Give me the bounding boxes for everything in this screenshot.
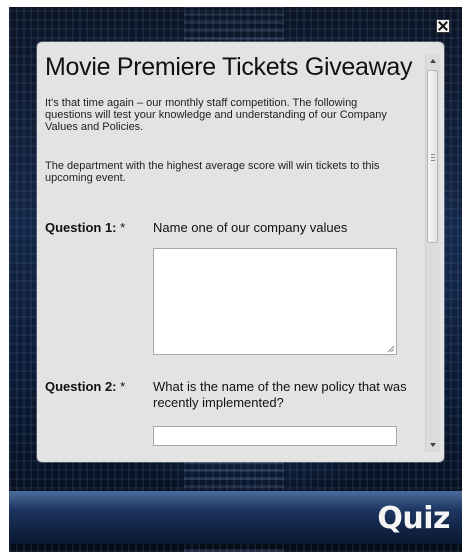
close-icon (438, 21, 448, 31)
question-2-label: Question 2: (45, 379, 117, 394)
question-2-text: What is the name of the new policy that … (153, 379, 407, 410)
question-1-label-group: Question 1: * (45, 220, 125, 235)
quiz-panel: Movie Premiere Tickets Giveaway It's tha… (37, 42, 444, 462)
required-mark: * (120, 220, 126, 235)
close-button[interactable] (436, 19, 450, 33)
footer-bar: Quiz (9, 491, 462, 544)
resize-grip-icon[interactable] (387, 345, 395, 353)
grip-line (431, 157, 435, 158)
panel-content: Movie Premiere Tickets Giveaway It's tha… (37, 42, 422, 462)
scrollbar-thumb[interactable] (427, 70, 438, 243)
question-2-label-group: Question 2: * (45, 379, 125, 394)
department-note: The department with the highest average … (45, 160, 380, 184)
required-mark: * (120, 379, 126, 394)
grip-line (431, 160, 435, 161)
grip-line (431, 154, 435, 155)
question-1-text: Name one of our company values (153, 220, 348, 235)
question-1-label: Question 1: (45, 220, 117, 235)
vertical-scrollbar[interactable] (425, 54, 440, 452)
intro-text: It's that time again – our monthly staff… (45, 97, 387, 133)
scroll-up-arrow-icon[interactable] (426, 54, 440, 68)
page-title: Movie Premiere Tickets Giveaway (45, 53, 413, 81)
question-1-answer-field[interactable] (153, 248, 397, 355)
question-2-answer-field[interactable] (153, 426, 397, 446)
scroll-down-arrow-icon[interactable] (426, 438, 440, 452)
quiz-label: Quiz (377, 501, 450, 536)
